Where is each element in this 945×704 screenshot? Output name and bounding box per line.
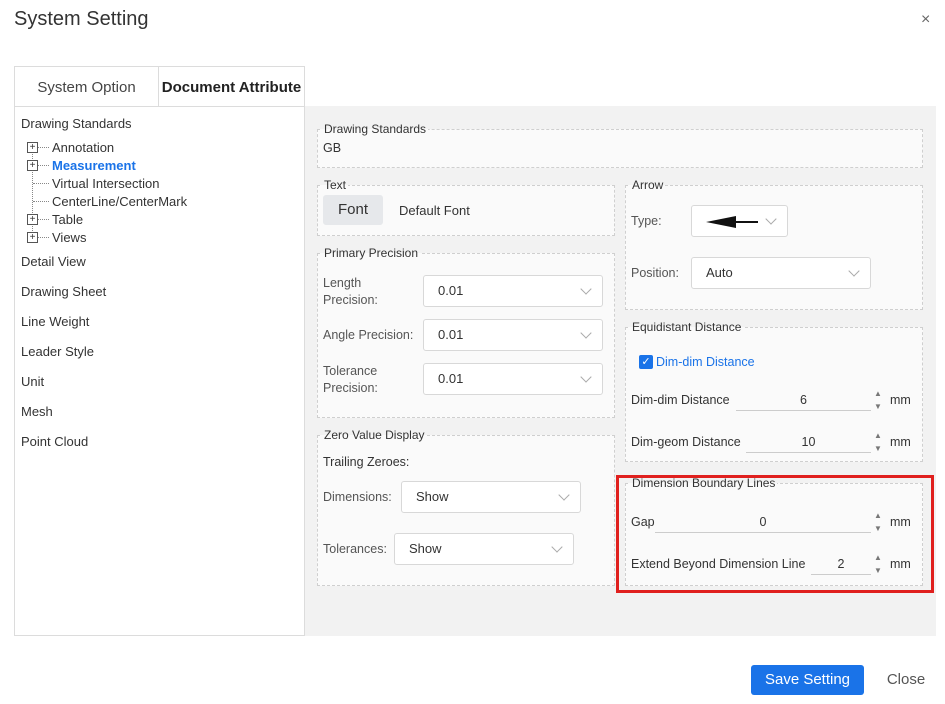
- dim-geom-distance-label: Dim-geom Distance: [631, 435, 741, 449]
- chevron-down-icon: [765, 213, 777, 225]
- tab-bar: System Option Document Attribute: [14, 66, 305, 107]
- spinner-up-icon[interactable]: ▲: [873, 431, 883, 440]
- sidebar-item-point-cloud[interactable]: Point Cloud: [21, 434, 88, 449]
- tree-item-annotation[interactable]: Annotation: [52, 140, 114, 155]
- chevron-down-icon: [848, 265, 860, 277]
- tree-item-measurement[interactable]: Measurement: [52, 158, 136, 173]
- select-value: Auto: [706, 265, 733, 280]
- expand-icon[interactable]: +: [27, 232, 38, 243]
- arrow-group: Arrow: [625, 178, 923, 310]
- tolerance-precision-label: Precision:: [323, 381, 378, 395]
- spinner-down-icon[interactable]: ▼: [873, 402, 883, 411]
- highlight-box: [616, 475, 934, 593]
- select-value: 0.01: [438, 371, 464, 386]
- tree-item-views[interactable]: Views: [52, 230, 86, 245]
- expand-icon[interactable]: +: [27, 214, 38, 225]
- chevron-down-icon: [558, 489, 570, 501]
- sidebar-item-detail-view[interactable]: Detail View: [21, 254, 86, 269]
- dimensions-label: Dimensions:: [323, 490, 392, 504]
- chevron-down-icon: [580, 327, 592, 339]
- group-legend: Equidistant Distance: [632, 320, 742, 334]
- dimensions-select[interactable]: Show: [401, 481, 581, 513]
- spinner-down-icon[interactable]: ▼: [873, 444, 883, 453]
- sidebar-item-drawing-sheet[interactable]: Drawing Sheet: [21, 284, 106, 299]
- angle-precision-select[interactable]: 0.01: [423, 319, 603, 351]
- chevron-down-icon: [551, 541, 563, 553]
- sidebar-item-mesh[interactable]: Mesh: [21, 404, 53, 419]
- select-value: Show: [416, 489, 449, 504]
- tolerances-select[interactable]: Show: [394, 533, 574, 565]
- tree-connector: [38, 165, 49, 166]
- dim-dim-distance-checkbox-label[interactable]: Dim-dim Distance: [656, 355, 755, 369]
- sidebar-item-drawing-standards[interactable]: Drawing Standards: [21, 116, 132, 131]
- close-button[interactable]: Close: [880, 665, 932, 695]
- close-icon[interactable]: ×: [921, 11, 930, 29]
- spinner-up-icon[interactable]: ▲: [873, 389, 883, 398]
- drawing-standard-value: GB: [323, 141, 342, 155]
- tree-connector: [38, 237, 49, 238]
- sidebar-item-unit[interactable]: Unit: [21, 374, 44, 389]
- expand-icon[interactable]: +: [27, 160, 38, 171]
- length-precision-label: Precision:: [323, 293, 378, 307]
- arrow-type-label: Type:: [631, 214, 662, 228]
- dialog-title: System Setting: [14, 8, 149, 30]
- tree-item-virtual-intersection[interactable]: Virtual Intersection: [52, 176, 159, 191]
- tolerances-label: Tolerances:: [323, 542, 387, 556]
- tree-connector: [38, 219, 49, 220]
- group-legend: Text: [324, 178, 347, 192]
- group-legend: Drawing Standards: [324, 122, 427, 136]
- tree-connector: [33, 183, 49, 184]
- select-value: 0.01: [438, 283, 464, 298]
- group-legend: Primary Precision: [324, 246, 419, 260]
- chevron-down-icon: [580, 283, 592, 295]
- tab-system-option[interactable]: System Option: [15, 67, 159, 107]
- arrow-type-select[interactable]: [691, 205, 788, 237]
- unit-label: mm: [890, 393, 911, 407]
- dim-geom-distance-input[interactable]: 10: [746, 431, 871, 453]
- chevron-down-icon: [580, 371, 592, 383]
- tolerance-precision-label: Tolerance: [323, 364, 378, 378]
- tab-document-attribute[interactable]: Document Attribute: [159, 67, 304, 107]
- arrow-position-select[interactable]: Auto: [691, 257, 871, 289]
- tree-connector: [33, 201, 49, 202]
- select-value: Show: [409, 541, 442, 556]
- dim-dim-distance-checkbox[interactable]: ✓: [639, 355, 653, 369]
- length-precision-label: Length: [323, 276, 362, 290]
- dim-dim-distance-input[interactable]: 6: [736, 389, 871, 411]
- group-legend: Zero Value Display: [324, 428, 425, 442]
- arrow-position-label: Position:: [631, 266, 679, 280]
- angle-precision-label: Angle Precision:: [323, 328, 414, 342]
- sidebar-item-leader-style[interactable]: Leader Style: [21, 344, 94, 359]
- unit-label: mm: [890, 435, 911, 449]
- tolerance-precision-select[interactable]: 0.01: [423, 363, 603, 395]
- sidebar-item-line-weight[interactable]: Line Weight: [21, 314, 89, 329]
- length-precision-select[interactable]: 0.01: [423, 275, 603, 307]
- trailing-zeroes-label: Trailing Zeroes:: [323, 455, 410, 469]
- tree-item-table[interactable]: Table: [52, 212, 83, 227]
- expand-icon[interactable]: +: [27, 142, 38, 153]
- font-value: Default Font: [399, 203, 470, 218]
- save-setting-button[interactable]: Save Setting: [751, 665, 864, 695]
- select-value: 0.01: [438, 327, 464, 342]
- dim-dim-distance-label: Dim-dim Distance: [631, 393, 730, 407]
- font-button[interactable]: Font: [323, 195, 383, 225]
- drawing-standards-group: Drawing Standards: [317, 122, 923, 168]
- tree-item-centerline[interactable]: CenterLine/CenterMark: [52, 194, 187, 209]
- tree-connector: [38, 147, 49, 148]
- left-arrow-icon: [706, 216, 758, 228]
- group-legend: Arrow: [632, 178, 664, 192]
